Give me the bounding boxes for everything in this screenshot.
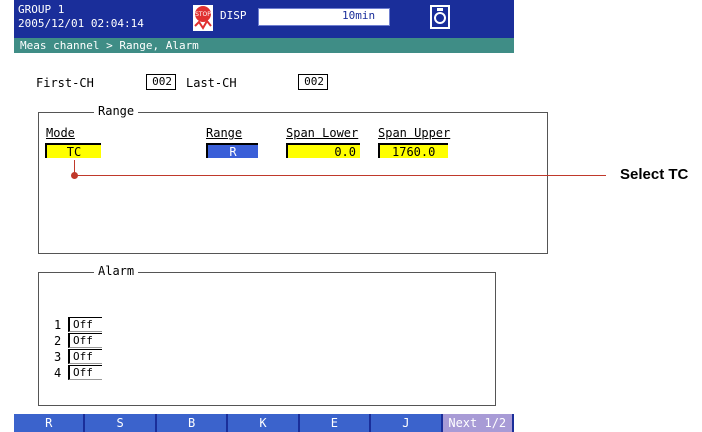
first-ch-field[interactable]: 002	[146, 74, 176, 90]
softkey-r[interactable]: R	[14, 414, 86, 432]
softkey-s[interactable]: S	[85, 414, 157, 432]
range-field[interactable]: R	[206, 143, 258, 159]
softkey-j[interactable]: J	[371, 414, 443, 432]
alarm-group	[38, 272, 496, 406]
last-ch-field[interactable]: 002	[298, 74, 328, 90]
softkey-e[interactable]: E	[299, 414, 372, 432]
alarm-field-2[interactable]: Off	[68, 333, 102, 348]
breadcrumb: Meas channel > Range, Alarm	[14, 38, 514, 53]
callout-label: Select TC	[620, 166, 689, 183]
alarm-num-4: 4	[54, 366, 62, 380]
date-time: 2005/12/01 02:04:14	[18, 17, 144, 30]
alarm-field-4[interactable]: Off	[68, 365, 102, 380]
softkey-b[interactable]: B	[156, 414, 229, 432]
alarm-num-1: 1	[54, 318, 62, 332]
span-lower-label: Span Lower	[286, 126, 359, 140]
recorder-screen: GROUP 1 2005/12/01 02:04:14 STOP DISP 10…	[14, 0, 548, 432]
span-upper-field[interactable]: 1760.0	[378, 143, 448, 159]
last-ch-label: Last-CH	[186, 76, 237, 90]
stop-icon: STOP	[193, 5, 213, 31]
softkey-k[interactable]: K	[228, 414, 300, 432]
group-name: GROUP 1	[18, 3, 65, 16]
alarm-num-3: 3	[54, 350, 62, 364]
disp-label: DISP	[220, 9, 247, 22]
status-bar: GROUP 1 2005/12/01 02:04:14 STOP DISP 10…	[14, 0, 514, 38]
alarm-field-3[interactable]: Off	[68, 349, 102, 364]
range-group-title: Range	[94, 104, 139, 118]
memory-icon	[430, 5, 450, 29]
softkey-bar: R S B K E J Next 1/2	[14, 414, 514, 432]
range-label: Range	[206, 126, 243, 140]
softkey-next[interactable]: Next 1/2	[442, 414, 514, 432]
display-interval: 10min	[342, 9, 376, 22]
callout-leader-line	[74, 175, 606, 176]
first-ch-label: First-CH	[36, 76, 94, 90]
alarm-group-title: Alarm	[94, 264, 139, 278]
span-upper-label: Span Upper	[378, 126, 451, 140]
callout-dot	[71, 172, 78, 179]
mode-label: Mode	[46, 126, 75, 140]
svg-text:STOP: STOP	[195, 11, 211, 18]
mode-field[interactable]: TC	[45, 143, 101, 159]
alarm-num-2: 2	[54, 334, 62, 348]
group-info: GROUP 1 2005/12/01 02:04:14	[18, 3, 144, 31]
span-lower-field[interactable]: 0.0	[286, 143, 360, 159]
alarm-field-1[interactable]: Off	[68, 317, 102, 332]
